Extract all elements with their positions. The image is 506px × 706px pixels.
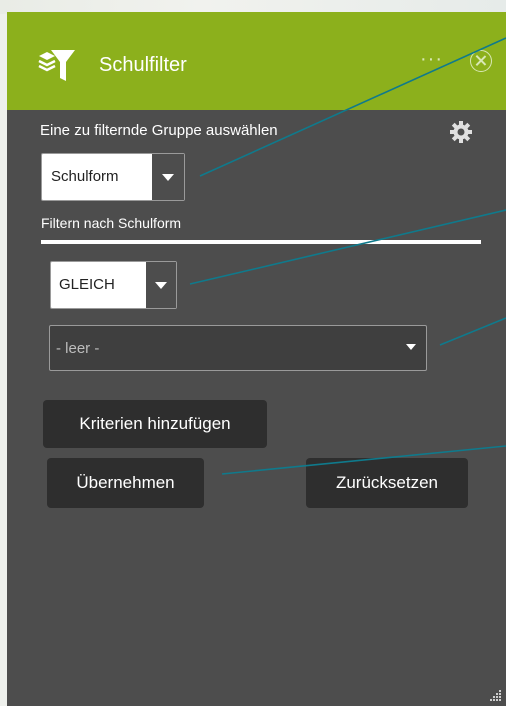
chevron-down-icon (162, 174, 174, 181)
value-placeholder: - leer - (56, 340, 100, 357)
schulfilter-widget-panel: Schulfilter ··· Eine zu filternde Gruppe… (7, 12, 506, 706)
operator-dropdown[interactable]: GLEICH (50, 261, 177, 309)
gear-icon[interactable] (449, 120, 473, 144)
operator-value: GLEICH (59, 276, 115, 293)
reset-button[interactable]: Zurücksetzen (306, 458, 468, 508)
close-icon[interactable] (470, 50, 492, 72)
section-divider (41, 240, 481, 244)
filter-by-label: Filtern nach Schulform (41, 215, 182, 231)
chevron-down-icon (155, 282, 167, 289)
apply-button[interactable]: Übernehmen (47, 458, 204, 508)
group-select-label: Eine zu filternde Gruppe auswählen (40, 122, 278, 139)
group-select-dropdown[interactable]: Schulform (41, 153, 185, 201)
chevron-down-icon (406, 344, 416, 350)
resize-handle-icon[interactable] (488, 688, 502, 702)
map-background-edge (0, 14, 7, 706)
group-select-value: Schulform (51, 168, 119, 185)
group-select-toggle[interactable] (152, 154, 184, 200)
widget-header: Schulfilter ··· (7, 12, 506, 110)
widget-title: Schulfilter (99, 54, 187, 76)
more-icon[interactable]: ··· (420, 48, 443, 71)
value-dropdown[interactable]: - leer - (49, 325, 427, 371)
filter-layers-icon (38, 50, 75, 81)
add-criteria-button[interactable]: Kriterien hinzufügen (43, 400, 267, 448)
operator-toggle[interactable] (146, 262, 176, 308)
